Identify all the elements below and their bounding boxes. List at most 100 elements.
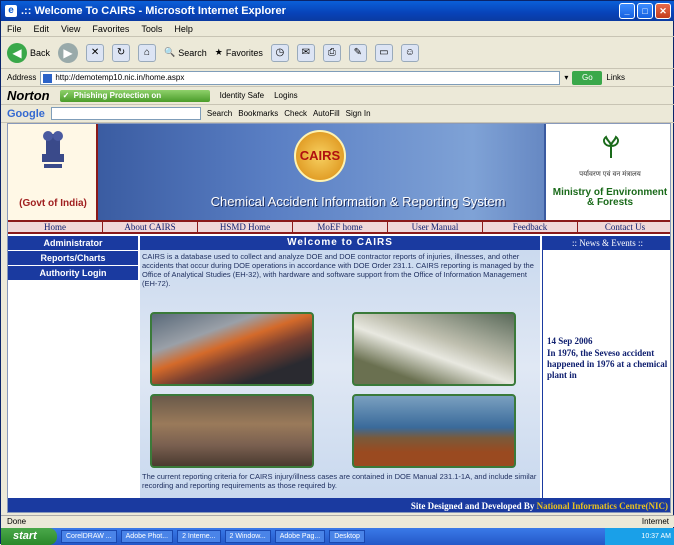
moef-leaf-icon <box>602 135 620 158</box>
site-footer: Site Designed and Developed By National … <box>8 498 670 512</box>
nav-feedback[interactable]: Feedback <box>483 222 578 232</box>
moef-line-2: & Forests <box>586 197 634 208</box>
nav-moef-home[interactable]: MoEF home <box>293 222 388 232</box>
site-banner: (Govt of India) CAIRS Chemical Accident … <box>8 124 670 220</box>
google-bookmarks-button[interactable]: Bookmarks <box>238 109 278 118</box>
menu-administrator[interactable]: Administrator <box>8 236 138 251</box>
messenger-icon[interactable]: ☺ <box>400 43 419 62</box>
favorites-label: Favorites <box>225 47 263 58</box>
taskbar: start CorelDRAW ... Adobe Phot... 2 Inte… <box>1 528 674 545</box>
main-nav: Home About CAIRS HSMD Home MoEF home Use… <box>8 220 670 234</box>
tank-rupture-photo <box>352 312 516 386</box>
google-signin-button[interactable]: Sign In <box>346 109 371 118</box>
history-icon[interactable]: ◷ <box>270 43 289 62</box>
reporting-criteria-text: The current reporting criteria for CAIRS… <box>142 472 537 490</box>
print-icon[interactable]: ⎙ <box>322 43 341 62</box>
stop-icon[interactable]: ✕ <box>86 43 105 62</box>
norton-logo: Norton <box>7 88 50 103</box>
logins-button[interactable]: Logins <box>274 91 298 100</box>
close-button[interactable]: ✕ <box>655 3 671 19</box>
address-label: Address <box>7 73 37 82</box>
status-text: Done <box>7 517 27 526</box>
news-panel: :: News & Events :: 14 Sep 2006 In 1976,… <box>542 236 670 498</box>
google-search-button[interactable]: Search <box>207 109 232 118</box>
search-label: Search <box>178 47 207 58</box>
go-button[interactable]: Go <box>572 70 603 85</box>
back-button[interactable]: ◀ Back <box>7 42 51 63</box>
menu-favorites[interactable]: Favorites <box>92 24 129 34</box>
favorites-button[interactable]: ★ Favorites <box>215 47 263 58</box>
address-input[interactable]: http://demotemp10.nic.in/home.aspx <box>40 70 561 85</box>
news-body[interactable]: In 1976, the Seveso accident happened in… <box>547 348 670 381</box>
ie-icon: e <box>5 5 17 17</box>
edit-icon[interactable]: ✎ <box>348 43 367 62</box>
ashoka-emblem-icon <box>42 131 64 168</box>
home-icon[interactable]: ⌂ <box>138 43 157 62</box>
menu-reports-charts[interactable]: Reports/Charts <box>8 251 138 266</box>
folder-icon[interactable]: ▭ <box>374 43 393 62</box>
back-label: Back <box>30 47 51 58</box>
system-tray-clock: 10:37 AM <box>605 528 674 545</box>
footer-text: Site Designed and Developed By <box>410 501 535 511</box>
menu-view[interactable]: View <box>61 24 80 34</box>
menu-help[interactable]: Help <box>174 24 193 34</box>
footer-org-link[interactable]: National Informatics Centre(NIC) <box>537 501 668 511</box>
minimize-button[interactable]: _ <box>619 3 635 19</box>
web-page: (Govt of India) CAIRS Chemical Accident … <box>7 123 671 513</box>
moef-hindi-text: पर्यावरण एवं वन मंत्रालय <box>579 171 641 178</box>
back-arrow-icon: ◀ <box>7 42 27 63</box>
menu-file[interactable]: File <box>7 24 22 34</box>
zone-text: Internet <box>641 517 669 526</box>
task-desktop[interactable]: Desktop <box>329 530 365 543</box>
search-button[interactable]: 🔍 Search <box>164 47 207 58</box>
google-search-input[interactable] <box>50 107 201 120</box>
address-dropdown-icon[interactable]: ▾ <box>564 73 568 82</box>
news-title: :: News & Events :: <box>543 236 670 250</box>
news-date: 14 Sep 2006 <box>547 336 593 346</box>
browser-window: e .:: Welcome To CAIRS - Microsoft Inter… <box>0 0 674 545</box>
nav-home[interactable]: Home <box>8 222 103 232</box>
task-pagemaker[interactable]: Adobe Pag... <box>274 530 326 543</box>
window-title: .:: Welcome To CAIRS - Microsoft Interne… <box>21 5 286 17</box>
main-content: Welcome to CAIRS CAIRS is a database use… <box>140 236 540 498</box>
moef-panel: पर्यावरण एवं वन मंत्रालय Ministry of Env… <box>544 124 670 220</box>
welcome-heading: Welcome to CAIRS <box>140 236 540 250</box>
title-bar: e .:: Welcome To CAIRS - Microsoft Inter… <box>1 1 674 21</box>
window-controls: _ □ ✕ <box>619 3 671 19</box>
standard-toolbar: ◀ Back ▶ ✕ ↻ ⌂ 🔍 Search ★ Favorites ◷ ✉ … <box>1 37 674 69</box>
links-button[interactable]: Links <box>606 73 625 82</box>
nav-about-cairs[interactable]: About CAIRS <box>103 222 198 232</box>
google-check-button[interactable]: Check <box>284 109 307 118</box>
refresh-icon[interactable]: ↻ <box>112 43 131 62</box>
left-menu: Administrator Reports/Charts Authority L… <box>8 236 138 281</box>
task-coreldraw[interactable]: CorelDRAW ... <box>61 530 117 543</box>
status-bar: Done Internet <box>1 515 674 527</box>
forward-button[interactable]: ▶ <box>58 42 79 63</box>
nav-contact-us[interactable]: Contact Us <box>578 222 670 232</box>
industrial-site-photo <box>150 394 314 468</box>
star-icon: ★ <box>214 47 223 57</box>
search-icon: 🔍 <box>164 47 176 57</box>
task-windows[interactable]: 2 Window... <box>224 530 271 543</box>
nav-hsmd-home[interactable]: HSMD Home <box>198 222 293 232</box>
start-button[interactable]: start <box>1 528 57 545</box>
task-photoshop[interactable]: Adobe Phot... <box>120 530 174 543</box>
mail-icon[interactable]: ✉ <box>296 43 315 62</box>
maximize-button[interactable]: □ <box>637 3 653 19</box>
identity-safe-button[interactable]: Identity Safe <box>220 91 264 100</box>
google-toolbar: Google Search Bookmarks Check AutoFill S… <box>1 105 674 123</box>
intro-text: CAIRS is a database used to collect and … <box>142 252 534 288</box>
task-internet[interactable]: 2 Interne... <box>177 530 221 543</box>
norton-toolbar: Norton Phishing Protection on Identity S… <box>1 87 674 105</box>
menu-edit[interactable]: Edit <box>34 24 50 34</box>
cairs-logo: CAIRS <box>294 130 346 182</box>
address-bar: Address http://demotemp10.nic.in/home.as… <box>1 69 674 87</box>
google-autofill-button[interactable]: AutoFill <box>313 109 340 118</box>
menu-bar: File Edit View Favorites Tools Help <box>1 21 674 37</box>
explosion-photo <box>150 312 314 386</box>
menu-tools[interactable]: Tools <box>141 24 162 34</box>
coastal-wreck-photo <box>352 394 516 468</box>
nav-user-manual[interactable]: User Manual <box>388 222 483 232</box>
menu-authority-login[interactable]: Authority Login <box>8 266 138 281</box>
phishing-protection-badge[interactable]: Phishing Protection on <box>59 89 210 102</box>
